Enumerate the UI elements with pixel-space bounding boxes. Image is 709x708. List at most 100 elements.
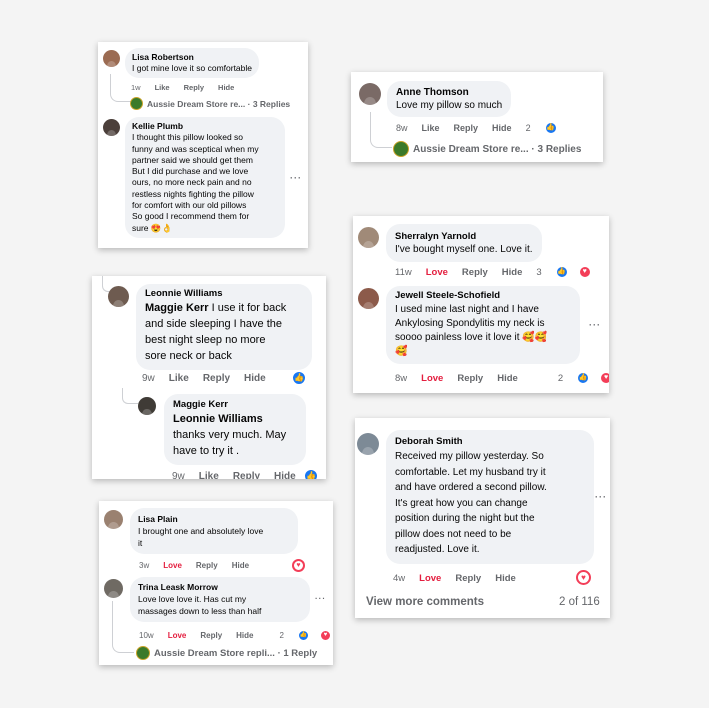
- store-logo-icon: [136, 646, 150, 660]
- view-more-comments-link[interactable]: View more comments: [366, 596, 484, 608]
- more-options-icon[interactable]: ···: [315, 594, 326, 603]
- avatar[interactable]: [138, 397, 156, 415]
- store-reply-text[interactable]: Aussie Dream Store re...: [147, 99, 245, 109]
- more-options-icon[interactable]: ···: [589, 320, 601, 330]
- hide-button[interactable]: Hide: [492, 123, 512, 133]
- commenter-name[interactable]: Lisa Robertson: [132, 52, 252, 63]
- comment-line: I used mine last night and I have: [395, 304, 539, 315]
- avatar[interactable]: [357, 433, 379, 455]
- love-button[interactable]: Love: [168, 631, 187, 640]
- comment-line: and have ordered a second pillow.: [395, 482, 547, 493]
- comment-line: have to try it .: [173, 445, 240, 457]
- comment-time[interactable]: 10w: [139, 631, 154, 640]
- page-reply-link[interactable]: Aussie Dream Store re... · 3 Replies: [393, 141, 581, 157]
- comment-time[interactable]: 8w: [396, 123, 408, 133]
- comment-actions: 4w Love Reply Hide: [393, 573, 530, 584]
- commenter-name[interactable]: Deborah Smith: [395, 435, 585, 449]
- reaction-number: 2: [525, 123, 531, 133]
- page-reply-link[interactable]: Aussie Dream Store repli... · 1 Reply: [136, 646, 317, 660]
- reply-button[interactable]: Reply: [455, 573, 481, 584]
- avatar[interactable]: [104, 510, 123, 529]
- mention-link[interactable]: Maggie Kerr: [145, 302, 209, 314]
- comment-time[interactable]: 8w: [395, 373, 407, 384]
- like-button[interactable]: Like: [422, 123, 440, 133]
- love-button[interactable]: Love: [426, 267, 448, 278]
- avatar[interactable]: [359, 83, 381, 105]
- store-reply-text[interactable]: Aussie Dream Store repli...: [154, 648, 275, 659]
- comment-time[interactable]: 9w: [172, 471, 185, 479]
- comment-card-3: Leonnie Williams Maggie Kerr I use it fo…: [92, 276, 326, 479]
- comment-time[interactable]: 3w: [139, 561, 149, 570]
- commenter-name[interactable]: Sherralyn Yarnold: [395, 230, 533, 243]
- like-icon[interactable]: 👍: [303, 468, 319, 479]
- hide-button[interactable]: Hide: [274, 471, 296, 479]
- heart-icon[interactable]: ♥: [292, 559, 305, 572]
- hide-button[interactable]: Hide: [495, 573, 516, 584]
- reaction-number: 3: [536, 266, 542, 278]
- comments-pagination: 2 of 116: [559, 596, 600, 608]
- hide-button[interactable]: Hide: [244, 373, 266, 384]
- reaction-count[interactable]: 2 👍 ♥: [280, 630, 334, 641]
- comment-time[interactable]: 9w: [142, 373, 155, 384]
- comment-text: I've bought myself one. Love it.: [395, 244, 533, 255]
- commenter-name[interactable]: Lisa Plain: [138, 513, 290, 525]
- comment-bubble: Maggie Kerr Leonnie Williams thanks very…: [164, 394, 306, 465]
- reaction-count[interactable]: 3 👍 ♥: [536, 266, 604, 278]
- comment-line: best night sleep no more: [145, 334, 266, 346]
- reply-button[interactable]: Reply: [200, 631, 222, 640]
- store-reply-text[interactable]: Aussie Dream Store re...: [413, 144, 529, 155]
- comment-card-5: Deborah Smith Received my pillow yesterd…: [355, 418, 610, 618]
- love-button[interactable]: Love: [163, 561, 182, 570]
- avatar[interactable]: [103, 119, 120, 136]
- commenter-name[interactable]: Kellie Plumb: [132, 121, 278, 132]
- avatar[interactable]: [108, 286, 129, 307]
- avatar[interactable]: [104, 579, 123, 598]
- commenter-name[interactable]: Maggie Kerr: [173, 398, 297, 411]
- comment-time[interactable]: 1w: [131, 83, 141, 92]
- reply-button[interactable]: Reply: [457, 373, 483, 384]
- comment-text: Leonnie Williams: [173, 411, 297, 427]
- love-button[interactable]: Love: [421, 373, 443, 384]
- like-icon: 👍: [555, 266, 568, 278]
- reply-button[interactable]: Reply: [454, 123, 479, 133]
- comment-bubble: Sherralyn Yarnold I've bought myself one…: [386, 224, 542, 262]
- reply-button[interactable]: Reply: [233, 471, 260, 479]
- reaction-count[interactable]: 2 👍: [526, 122, 571, 134]
- hide-button[interactable]: Hide: [232, 561, 249, 570]
- thread-line: [110, 74, 132, 102]
- reply-button[interactable]: Reply: [184, 83, 204, 92]
- comment-time[interactable]: 11w: [395, 267, 412, 278]
- comment-bubble: Anne Thomson Love my pillow so much: [387, 81, 512, 117]
- replies-count[interactable]: · 1 Reply: [278, 648, 318, 659]
- commenter-name[interactable]: Anne Thomson: [396, 86, 502, 99]
- reply-button[interactable]: Reply: [462, 267, 488, 278]
- comment-actions: 10w Love Reply Hide 2 👍 ♥: [139, 630, 333, 641]
- hide-button[interactable]: Hide: [236, 631, 253, 640]
- replies-count[interactable]: · 3 Replies: [248, 99, 291, 109]
- reply-button[interactable]: Reply: [203, 373, 230, 384]
- replies-count[interactable]: · 3 Replies: [531, 144, 581, 155]
- like-button[interactable]: Like: [199, 471, 219, 479]
- heart-icon[interactable]: ♥: [576, 570, 591, 585]
- commenter-name[interactable]: Leonnie Williams: [145, 287, 303, 300]
- hide-button[interactable]: Hide: [497, 373, 518, 384]
- mention-link[interactable]: Leonnie Williams: [173, 413, 263, 425]
- avatar[interactable]: [358, 227, 379, 248]
- page-reply-link[interactable]: Aussie Dream Store re... · 3 Replies: [130, 97, 290, 110]
- comment-bubble: Deborah Smith Received my pillow yesterd…: [386, 430, 594, 564]
- hide-button[interactable]: Hide: [502, 267, 523, 278]
- avatar[interactable]: [103, 50, 120, 67]
- comment-time[interactable]: 4w: [393, 573, 405, 584]
- more-options-icon[interactable]: ···: [290, 173, 302, 183]
- like-button[interactable]: Like: [155, 83, 170, 92]
- hide-button[interactable]: Hide: [218, 83, 234, 92]
- commenter-name[interactable]: Jewell Steele-Schofield: [395, 289, 571, 303]
- avatar[interactable]: [358, 288, 379, 309]
- love-button[interactable]: Love: [419, 573, 441, 584]
- like-icon[interactable]: 👍: [291, 370, 307, 386]
- reaction-count[interactable]: 2 👍 ♥: [558, 372, 609, 384]
- reply-button[interactable]: Reply: [196, 561, 218, 570]
- commenter-name[interactable]: Trina Leask Morrow: [138, 581, 302, 593]
- like-button[interactable]: Like: [169, 373, 189, 384]
- more-options-icon[interactable]: ···: [595, 492, 607, 502]
